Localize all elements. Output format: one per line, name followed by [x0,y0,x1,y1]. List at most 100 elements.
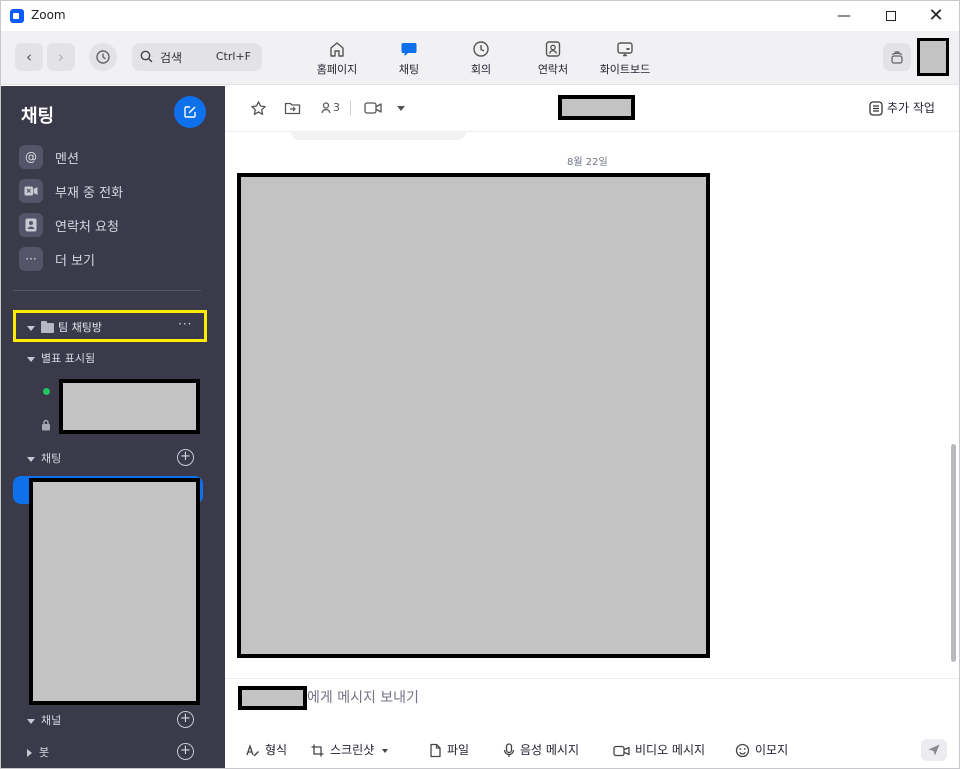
tab-meetings[interactable]: 회의 [451,39,511,79]
tab-whiteboard-label: 화이트보드 [599,63,651,76]
screenshot-icon [311,744,324,757]
redacted-chat-name [558,95,635,120]
sidebar-item-label: 부재 중 전화 [55,186,124,201]
sidebar-item-more[interactable]: ··· 더 보기 [19,246,209,272]
tab-home[interactable]: 홈페이지 [305,39,369,79]
compose-icon [184,106,196,118]
phone-status-button[interactable] [883,43,911,71]
header-separator [350,100,351,116]
sidebar-item-mentions[interactable]: @ 멘션 [19,144,209,170]
chevron-right-icon [27,749,32,757]
desk-phone-icon [891,51,903,64]
format-icon [246,743,259,757]
sidebar-title: 채팅 [21,106,55,127]
history-button[interactable] [89,43,117,71]
lock-icon [42,419,50,431]
add-channel-button[interactable]: + [177,711,194,728]
section-chats[interactable]: 채팅 [27,450,61,470]
add-bot-button[interactable]: + [177,743,194,760]
star-icon[interactable] [250,100,267,117]
video-message-button[interactable]: 비디오 메시지 [613,741,705,758]
redacted-recipient-name [238,686,307,710]
folder-more-button[interactable]: ··· [178,317,192,331]
chevron-down-icon [27,718,35,724]
maximize-button[interactable] [868,1,914,31]
members-icon[interactable] [321,102,331,114]
zoom-window: Zoom — ✕ ‹ › 검색 Ctrl+F 홈페이지 채팅 회의 연락처 화이… [0,0,960,769]
search-shortcut: Ctrl+F [215,50,251,63]
sidebar-divider [13,290,201,291]
search-label: 검색 [160,51,183,65]
more-dots-icon: ··· [19,247,43,271]
file-button[interactable]: 파일 [429,741,469,758]
section-channels[interactable]: 채널 [27,712,61,732]
move-to-folder-icon[interactable] [284,100,301,116]
tab-contacts[interactable]: 연락처 [523,39,583,79]
online-status-dot [43,388,50,395]
back-button[interactable]: ‹ [15,43,43,71]
tab-contacts-label: 연락처 [537,63,569,76]
history-icon [96,50,110,64]
sidebar-item-label: 연락처 요청 [55,220,119,235]
chat-sidebar: 채팅 @ 멘션 부재 중 전화 연락처 요청 ··· 더 보기 팀 채팅방 ··… [1,86,225,768]
send-icon [928,744,940,756]
close-button[interactable]: ✕ [913,1,959,31]
at-icon: @ [19,145,43,169]
sidebar-item-label: 더 보기 [55,254,96,269]
send-button[interactable] [921,739,947,761]
tab-home-label: 홈페이지 [316,63,358,76]
zoom-logo-icon [10,9,24,23]
redacted-chat-list[interactable] [29,478,200,705]
screenshot-button[interactable]: 스크린샷 [310,741,389,758]
tool-label: 스크린샷 [330,743,375,757]
tab-chat[interactable]: 채팅 [379,39,439,79]
top-toolbar: ‹ › 검색 Ctrl+F 홈페이지 채팅 회의 연락처 화이트보드 [1,31,959,85]
video-call-icon[interactable] [364,102,382,114]
member-count: 3 [333,101,340,114]
format-button[interactable]: 형식 [245,741,287,758]
contact-card-icon [545,41,561,57]
search-icon [140,50,153,63]
sidebar-item-contact-requests[interactable]: 연락처 요청 [19,212,209,238]
sidebar-folder-team-chats[interactable]: 팀 채팅방 [27,319,102,335]
whiteboard-icon [617,42,633,57]
search-input[interactable]: 검색 Ctrl+F [132,43,262,71]
voice-message-button[interactable]: 음성 메시지 [503,741,579,758]
emoji-button[interactable]: 이모지 [735,741,788,758]
maximize-icon [886,11,896,21]
video-options-chevron-icon[interactable] [397,106,405,111]
redacted-message-image[interactable] [237,173,710,658]
chevron-down-icon [27,356,35,362]
tab-chat-label: 채팅 [398,63,420,76]
date-divider: 8월 22일 [567,157,608,168]
file-icon [430,743,441,758]
more-actions-label: 추가 작업 [887,101,935,115]
sidebar-item-label: 멘션 [55,152,79,167]
tool-label: 이모지 [755,743,789,757]
redacted-starred-contacts[interactable] [59,379,200,434]
app-title: Zoom [31,8,66,22]
add-chat-button[interactable]: + [177,449,194,466]
more-actions-icon [869,101,883,116]
profile-avatar[interactable] [917,38,949,76]
more-actions-button[interactable]: 추가 작업 [869,99,935,116]
message-input[interactable]: 에게 메시지 보내기 [307,687,419,707]
message-scrollbar-thumb[interactable] [951,444,956,662]
clock-icon [473,41,489,57]
sidebar-item-missed-calls[interactable]: 부재 중 전화 [19,178,209,204]
section-starred[interactable]: 별표 표시됨 [27,350,95,370]
folder-label: 팀 채팅방 [58,321,102,334]
previous-message-bubble [291,132,466,140]
title-bar: Zoom — ✕ [1,1,959,31]
new-chat-button[interactable] [174,96,206,128]
contact-request-icon [19,213,43,237]
section-label: 별표 표시됨 [41,352,96,365]
section-bots[interactable]: 봇 [27,744,49,764]
minimize-button[interactable]: — [821,1,867,31]
tab-whiteboard[interactable]: 화이트보드 [587,39,663,79]
screenshot-options-chevron-icon[interactable] [382,748,389,753]
forward-button[interactable]: › [47,43,75,71]
chat-header: 3 추가 작업 [225,86,959,132]
video-icon [613,745,630,756]
chat-bubble-icon [401,43,417,56]
